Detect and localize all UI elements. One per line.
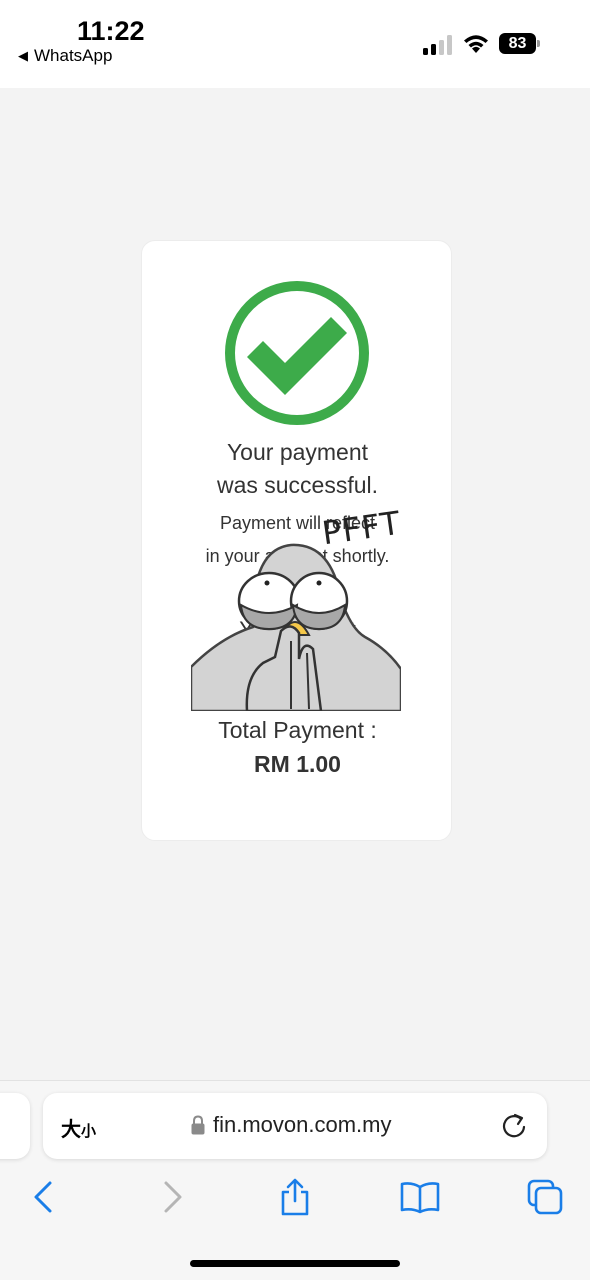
- tabs-icon[interactable]: [525, 1177, 565, 1217]
- browser-bar: 大小 fin.movon.com.my: [0, 1080, 590, 1280]
- battery-icon: 83: [499, 33, 541, 54]
- previous-tab-pill[interactable]: [0, 1093, 30, 1159]
- total-payment-value: RM 1.00: [254, 751, 341, 777]
- battery-nub: [537, 40, 540, 47]
- total-payment-label: Total Payment :: [218, 717, 377, 743]
- wifi-icon: [464, 35, 488, 53]
- share-icon[interactable]: [275, 1177, 315, 1217]
- url-text[interactable]: fin.movon.com.my: [213, 1112, 392, 1138]
- forward-icon[interactable]: [152, 1177, 192, 1217]
- battery-level: 83: [499, 33, 536, 54]
- signal-icon: [423, 35, 452, 55]
- back-triangle-icon: ◀: [18, 48, 28, 63]
- text-size-small: 小: [81, 1123, 97, 1140]
- back-to-app-link[interactable]: ◀ WhatsApp: [18, 46, 112, 66]
- bookmarks-icon[interactable]: [400, 1177, 440, 1217]
- reload-icon[interactable]: [501, 1112, 527, 1140]
- back-app-label: WhatsApp: [34, 46, 113, 65]
- payment-title-line2: was successful.: [216, 472, 379, 498]
- lock-icon: [191, 1115, 205, 1135]
- address-bar[interactable]: 大小 fin.movon.com.my: [43, 1093, 547, 1159]
- success-check-icon: [225, 281, 369, 425]
- payment-title: Your payment was successful.: [142, 436, 453, 502]
- back-icon[interactable]: [24, 1177, 64, 1217]
- payment-card: Your payment was successful. Payment wil…: [141, 240, 452, 841]
- text-size-button[interactable]: 大小: [61, 1113, 96, 1142]
- status-bar: 11:22 ◀ WhatsApp 83: [0, 0, 590, 88]
- clock: 11:22: [77, 16, 145, 46]
- home-indicator[interactable]: [190, 1260, 400, 1267]
- payment-title-line1: Your payment: [226, 439, 369, 465]
- text-size-large: 大: [61, 1119, 81, 1141]
